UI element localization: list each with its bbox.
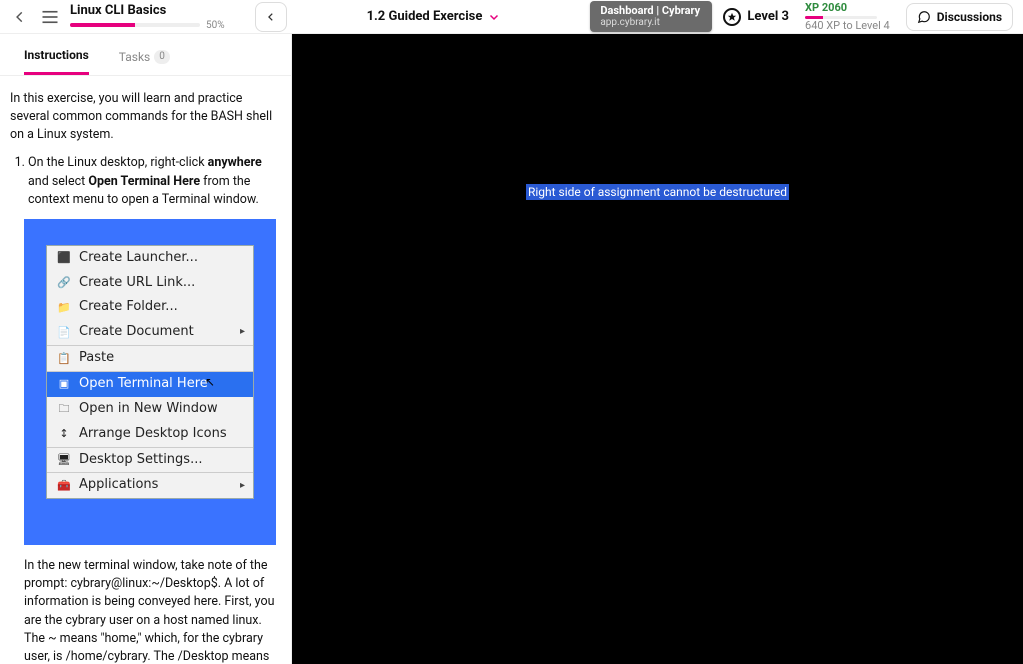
lesson-label: 1.2 Guided Exercise [367,9,483,24]
ctx-label: Create URL Link... [79,274,195,293]
tab-instructions-label: Instructions [24,48,89,62]
progress-track [70,23,200,27]
step1-mid: and select [28,174,88,189]
arrange-icon: ↕ [57,427,71,441]
ctx-item-create-launcher: ⬛ Create Launcher... [47,246,253,271]
instructions-content: In this exercise, you will learn and pra… [0,76,291,664]
menu-icon[interactable] [40,7,60,27]
xp-label: XP 2060 [805,1,890,14]
window-icon: 🗀 [57,402,71,416]
step1-bold2: Open Terminal Here [88,174,200,189]
lesson-selector[interactable]: 1.2 Guided Exercise [367,9,501,24]
ctx-item-create-url: 🔗 Create URL Link... [47,271,253,296]
ctx-item-arrange-icons: ↕ Arrange Desktop Icons [47,422,253,447]
document-icon: 📄 [57,326,71,340]
ctx-item-paste: 📋 Paste [47,345,253,371]
top-bar: Linux CLI Basics 50% 1.2 Guided Exercise… [0,0,1023,34]
level-label: Level 3 [747,9,789,24]
error-message: Right side of assignment cannot be destr… [526,184,789,200]
tab-tasks[interactable]: Tasks 0 [119,48,170,75]
tab-tasks-label: Tasks [119,50,151,64]
collapse-button[interactable] [255,2,287,32]
browser-tab-pill[interactable]: Dashboard | Cybrary app.cybrary.it [590,1,712,32]
ctx-item-applications: 🧰 Applications ▸ [47,472,253,498]
ctx-label: Create Folder... [79,298,178,317]
pill-title: Dashboard | Cybrary [600,5,700,17]
progress-row: 50% [70,20,225,31]
terminal-icon: ▣ [57,377,71,391]
settings-icon: 🖥 [57,453,71,467]
link-icon: 🔗 [57,276,71,290]
apps-icon: 🧰 [57,479,71,493]
step-1: On the Linux desktop, right-click anywhe… [28,154,281,208]
course-block: Linux CLI Basics 50% [70,3,225,31]
body: Instructions Tasks 0 In this exercise, y… [0,34,1023,664]
step1-bold1: anywhere [208,155,262,170]
ctx-label: Paste [79,349,114,368]
topbar-left: Linux CLI Basics 50% [10,2,287,32]
submenu-arrow-icon: ▸ [240,325,245,340]
context-menu: ⬛Create Launcher... 🔗Create URL Link... … [46,245,254,499]
cursor-icon: ↖ [205,374,215,391]
tab-instructions[interactable]: Instructions [24,48,89,75]
progress-pct: 50% [206,20,225,31]
topbar-right: Level 3 XP 2060 640 XP to Level 4 Discus… [723,1,1013,31]
intro-text: In this exercise, you will learn and pra… [10,90,281,144]
back-arrow-icon[interactable] [10,7,30,27]
tasks-count-badge: 0 [154,50,170,64]
panel-tabs: Instructions Tasks 0 [0,34,291,76]
para-2: In the new terminal window, take note of… [10,557,281,664]
ctx-label: Applications [79,476,158,495]
left-panel: Instructions Tasks 0 In this exercise, y… [0,34,292,664]
discussions-label: Discussions [937,10,1002,24]
ctx-label: Create Launcher... [79,249,198,268]
level-indicator[interactable]: Level 3 [723,8,789,26]
paste-icon: 📋 [57,352,71,366]
ctx-item-create-document: 📄 Create Document ▸ [47,320,253,345]
screenshot-context-menu: ⬛Create Launcher... 🔗Create URL Link... … [24,219,276,545]
ctx-label: Create Document [79,323,194,342]
folder-icon: 📁 [57,301,71,315]
discussions-button[interactable]: Discussions [906,3,1013,31]
progress-fill [70,23,135,27]
ctx-item-open-terminal: ▣ Open Terminal Here↖ [47,371,253,397]
ctx-label: Open Terminal Here [79,375,208,394]
step1-pre: On the Linux desktop, right-click [28,155,208,170]
launcher-icon: ⬛ [57,251,71,265]
workspace-panel[interactable]: Right side of assignment cannot be destr… [292,34,1023,664]
ctx-label: Open in New Window [79,400,218,419]
xp-sub: 640 XP to Level 4 [805,19,890,32]
xp-block: XP 2060 640 XP to Level 4 [805,1,890,31]
ctx-label: Arrange Desktop Icons [79,425,227,444]
ctx-item-open-new-window: 🗀 Open in New Window [47,397,253,422]
ctx-item-desktop-settings: 🖥 Desktop Settings... [47,447,253,473]
ctx-item-create-folder: 📁 Create Folder... [47,295,253,320]
pill-url: app.cybrary.it [600,17,700,28]
star-icon [723,8,741,26]
submenu-arrow-icon: ▸ [240,479,245,494]
chevron-down-icon [488,11,500,23]
course-title: Linux CLI Basics [70,3,225,18]
ctx-label: Desktop Settings... [79,451,202,470]
